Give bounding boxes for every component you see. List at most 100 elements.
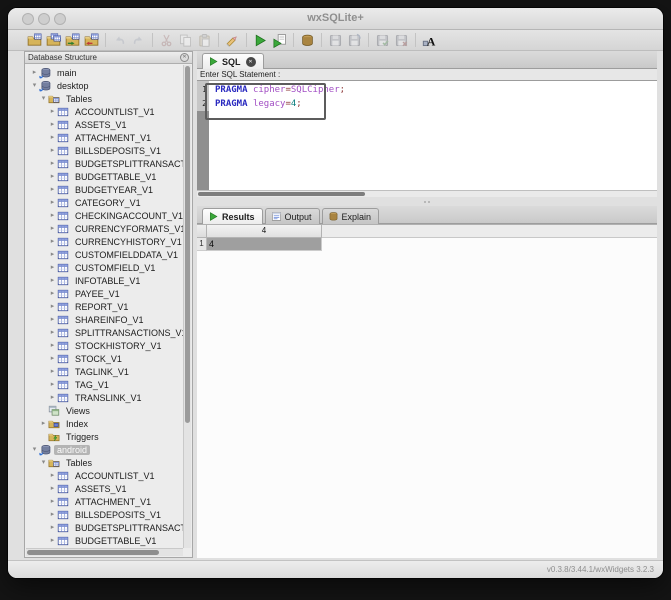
tab-results[interactable]: Results [202, 208, 263, 224]
tree-item-attachment-v1[interactable]: ▸ATTACHMENT_V1 [26, 131, 183, 144]
tree-expander-icon[interactable]: ▸ [48, 378, 57, 391]
tree-expander-icon[interactable]: ▸ [48, 287, 57, 300]
tree-item-translink-v1[interactable]: ▸TRANSLINK_V1 [26, 391, 183, 404]
tree-item-customfield-v1[interactable]: ▸CUSTOMFIELD_V1 [26, 261, 183, 274]
tree-item-triggers[interactable]: Triggers [26, 430, 183, 443]
tab-close-icon[interactable] [246, 57, 256, 67]
tree-item-budgettable-v1[interactable]: ▸BUDGETTABLE_V1 [26, 170, 183, 183]
execute-sql-button[interactable] [252, 32, 269, 49]
zoom-window-button[interactable] [54, 13, 66, 25]
tree-item-stockhistory-v1[interactable]: ▸STOCKHISTORY_V1 [26, 339, 183, 352]
tree-item-views[interactable]: Views [26, 404, 183, 417]
tree-expander-icon[interactable]: ▸ [48, 105, 57, 118]
attach-database-button[interactable] [64, 32, 81, 49]
tree-item-budgetyear-v1[interactable]: ▸BUDGETYEAR_V1 [26, 183, 183, 196]
tree-item-tag-v1[interactable]: ▸TAG_V1 [26, 378, 183, 391]
tree-expander-icon[interactable]: ▸ [48, 482, 57, 495]
tree-item-currencyformats-v1[interactable]: ▸CURRENCYFORMATS_V1 [26, 222, 183, 235]
tree-expander-icon[interactable]: ▸ [48, 118, 57, 131]
tree-expander-icon[interactable]: ▸ [48, 352, 57, 365]
editor-font-button[interactable]: A [421, 32, 438, 49]
open-database-button[interactable] [26, 32, 43, 49]
tree-expander-icon[interactable]: ▸ [48, 235, 57, 248]
explain-query-button[interactable] [299, 32, 316, 49]
tree-item-splittransactions-v1[interactable]: ▸ SPLITTRANSACTIONS_V1 [26, 326, 183, 339]
tree-item-billsdeposits-v1[interactable]: ▸BILLSDEPOSITS_V1 [26, 508, 183, 521]
tree-expander-icon[interactable]: ▸ [48, 274, 57, 287]
tree-item-budgettable-v1[interactable]: ▸BUDGETTABLE_V1 [26, 534, 183, 547]
sidebar-close-icon[interactable] [180, 53, 189, 62]
tree-item-budgetsplittransactions-v[interactable]: ▸BUDGETSPLITTRANSACTIONS_V [26, 521, 183, 534]
open-multiple-databases-button[interactable] [45, 32, 62, 49]
editor-scrollbar-thumb[interactable] [198, 192, 365, 196]
tree-expander-icon[interactable]: ▸ [48, 183, 57, 196]
tree-item-budgetsplittransactions-v[interactable]: ▸BUDGETSPLITTRANSACTIONS_V [26, 157, 183, 170]
tree-expander-icon[interactable]: ▸ [48, 157, 57, 170]
tree-item-stock-v1[interactable]: ▸STOCK_V1 [26, 352, 183, 365]
tree-item-accountlist-v1[interactable]: ▸ACCOUNTLIST_V1 [26, 105, 183, 118]
tree-item-infotable-v1[interactable]: ▸INFOTABLE_V1 [26, 274, 183, 287]
tree-expander-icon[interactable]: ▸ [48, 534, 57, 547]
tree-expander-icon[interactable]: ▸ [48, 248, 57, 261]
tree-item-desktop[interactable]: ▾desktop [26, 79, 183, 92]
tree-item-report-v1[interactable]: ▸REPORT_V1 [26, 300, 183, 313]
tree-item-tables[interactable]: ▾Tables [26, 92, 183, 105]
horizontal-scrollbar-thumb[interactable] [27, 550, 159, 555]
tree-item-billsdeposits-v1[interactable]: ▸BILLSDEPOSITS_V1 [26, 144, 183, 157]
tree-item-customfielddata-v1[interactable]: ▸CUSTOMFIELDDATA_V1 [26, 248, 183, 261]
tree-expander-icon[interactable]: ▸ [48, 209, 57, 222]
tree-item-attachment-v1[interactable]: ▸ATTACHMENT_V1 [26, 495, 183, 508]
tree-expander-icon[interactable]: ▸ [48, 196, 57, 209]
grid-column-header[interactable]: 4 [207, 225, 322, 238]
tree-expander-icon[interactable]: ▾ [39, 92, 48, 105]
tree-expander-icon[interactable]: ▸ [48, 326, 57, 339]
tab-output[interactable]: Output [265, 208, 320, 224]
tree-expander-icon[interactable]: ▸ [48, 495, 57, 508]
tree-item-taglink-v1[interactable]: ▸TAGLINK_V1 [26, 365, 183, 378]
tree-item-main[interactable]: ▸main [26, 66, 183, 79]
tree-expander-icon[interactable]: ▾ [39, 456, 48, 469]
tree-item-index[interactable]: ▸Index [26, 417, 183, 430]
tree-expander-icon[interactable]: ▸ [48, 339, 57, 352]
execute-script-button[interactable] [271, 32, 288, 49]
tree-expander-icon[interactable]: ▸ [48, 313, 57, 326]
detach-database-button[interactable] [83, 32, 100, 49]
splitter-sash[interactable] [197, 197, 657, 206]
tree-expander-icon[interactable]: ▾ [30, 79, 39, 92]
tree-expander-icon[interactable]: ▸ [48, 469, 57, 482]
tree-expander-icon[interactable]: ▸ [48, 365, 57, 378]
tree-expander-icon[interactable]: ▸ [48, 300, 57, 313]
tree-item-accountlist-v1[interactable]: ▸ACCOUNTLIST_V1 [26, 469, 183, 482]
tree-expander-icon[interactable]: ▸ [48, 261, 57, 274]
grid-cell[interactable]: 4 [207, 238, 322, 251]
clear-editor-button[interactable] [224, 32, 241, 49]
tree-expander-icon[interactable]: ▸ [30, 66, 39, 79]
tree-expander-icon[interactable]: ▾ [30, 443, 39, 456]
sql-editor[interactable]: 12 PRAGMA cipher=SQLCipher;PRAGMA legacy… [197, 80, 657, 190]
tree-expander-icon[interactable]: ▸ [48, 131, 57, 144]
tree-item-label: SPLITTRANSACTIONS_V1 [72, 328, 183, 338]
tree-item-category-v1[interactable]: ▸CATEGORY_V1 [26, 196, 183, 209]
grid-row-header[interactable]: 1 [197, 238, 207, 251]
tree-item-assets-v1[interactable]: ▸ASSETS_V1 [26, 118, 183, 131]
tree-item-assets-v1[interactable]: ▸ASSETS_V1 [26, 482, 183, 495]
tree-expander-icon[interactable]: ▸ [39, 417, 48, 430]
tree-expander-icon[interactable]: ▸ [48, 391, 57, 404]
tree-expander-icon[interactable]: ▸ [48, 170, 57, 183]
tree-item-shareinfo-v1[interactable]: ▸SHAREINFO_V1 [26, 313, 183, 326]
minimize-window-button[interactable] [38, 13, 50, 25]
close-window-button[interactable] [22, 13, 34, 25]
tree-item-currencyhistory-v1[interactable]: ▸CURRENCYHISTORY_V1 [26, 235, 183, 248]
grid-corner-cell[interactable] [197, 225, 207, 238]
tree-item-tables[interactable]: ▾Tables [26, 456, 183, 469]
tab-sql[interactable]: SQL [202, 53, 264, 69]
tree-item-android[interactable]: ▾android [26, 443, 183, 456]
tree-expander-icon[interactable]: ▸ [48, 521, 57, 534]
tree-expander-icon[interactable]: ▸ [48, 222, 57, 235]
tree-item-checkingaccount-v1[interactable]: ▸CHECKINGACCOUNT_V1 [26, 209, 183, 222]
tab-explain[interactable]: Explain [322, 208, 380, 224]
tree-expander-icon[interactable]: ▸ [48, 144, 57, 157]
tree-item-payee-v1[interactable]: ▸PAYEE_V1 [26, 287, 183, 300]
tree-expander-icon[interactable]: ▸ [48, 508, 57, 521]
vertical-scrollbar-thumb[interactable] [185, 66, 190, 423]
